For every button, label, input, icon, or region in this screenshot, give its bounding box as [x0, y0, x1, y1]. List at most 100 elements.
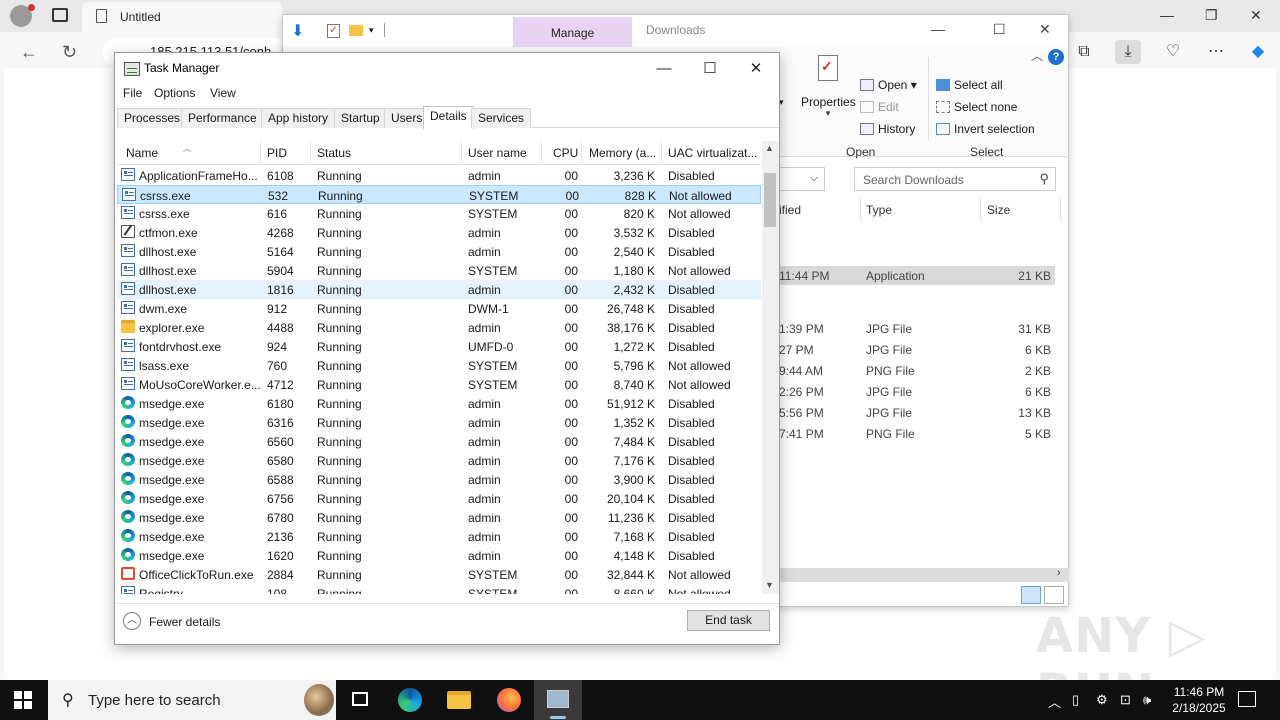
download-arrow-icon[interactable]: ⬇: [291, 21, 307, 40]
table-row[interactable]: msedge.exe 6780 Running admin 00 11,236 K Disa…: [117, 508, 761, 527]
refresh-icon[interactable]: ↻: [62, 42, 77, 63]
table-row[interactable]: Registry 108 Running SYSTEM 00 8,660 K Not all…: [117, 584, 761, 594]
network-icon[interactable]: ⊡: [1120, 692, 1131, 708]
tm-close-icon[interactable]: ✕: [734, 57, 778, 81]
help-icon[interactable]: ?: [1048, 49, 1064, 65]
tab-manage[interactable]: Manage: [513, 17, 632, 47]
column-pid[interactable]: PID: [267, 146, 287, 160]
details-view-button[interactable]: [1021, 586, 1041, 604]
table-row[interactable]: csrss.exe 532 Running SYSTEM 00 828 K Not allo…: [117, 185, 761, 204]
tm-maximize-icon[interactable]: ☐: [688, 57, 732, 81]
list-item[interactable]: 11:44 PM Application 21 KB: [779, 266, 1055, 285]
table-row[interactable]: fontdrvhost.exe 924 Running UMFD-0 00 1,272 K…: [117, 337, 761, 356]
menu-view[interactable]: View: [210, 86, 236, 100]
column-memory[interactable]: Memory (a...: [589, 146, 656, 160]
meet-now-icon[interactable]: ⚙: [1096, 692, 1108, 708]
column-date-modified[interactable]: ified: [779, 203, 801, 217]
tm-minimize-icon[interactable]: —: [642, 57, 686, 81]
large-icons-view-button[interactable]: [1044, 586, 1064, 604]
tab-performance[interactable]: Performance: [181, 108, 264, 128]
properties-qat-icon[interactable]: ✓: [327, 24, 340, 38]
table-row[interactable]: msedge.exe 6756 Running admin 00 20,104 K Disa…: [117, 489, 761, 508]
history-button[interactable]: History: [860, 122, 915, 136]
tab-details[interactable]: Details: [423, 106, 474, 129]
taskbar-edge[interactable]: [386, 680, 434, 720]
table-row[interactable]: OfficeClickToRun.exe 2884 Running SYSTEM 00 3…: [117, 565, 761, 584]
taskbar-task-manager[interactable]: [534, 680, 582, 720]
more-icon[interactable]: ⋯: [1203, 40, 1229, 64]
scroll-down-icon[interactable]: ▼: [765, 580, 774, 590]
table-row[interactable]: ApplicationFrameHo... 6108 Running admin 00 3…: [117, 166, 761, 185]
column-type[interactable]: Type: [866, 203, 892, 217]
tab-processes[interactable]: Processes: [117, 108, 188, 128]
fewer-details-button[interactable]: Fewer details: [149, 615, 220, 629]
table-row[interactable]: msedge.exe 6588 Running admin 00 3,900 K Disab…: [117, 470, 761, 489]
edit-button[interactable]: Edit: [860, 100, 899, 114]
list-item[interactable]: 7:41 PM PNG File 5 KB: [779, 424, 1055, 443]
tab-app-history[interactable]: App history: [261, 108, 336, 128]
table-row[interactable]: msedge.exe 6180 Running admin 00 51,912 K Disa…: [117, 394, 761, 413]
table-row[interactable]: msedge.exe 6580 Running admin 00 7,176 K Disab…: [117, 451, 761, 470]
restore-icon[interactable]: ❐: [1205, 7, 1218, 24]
vertical-scrollbar[interactable]: ▲ ▼: [762, 141, 779, 594]
properties-icon[interactable]: ✓: [818, 55, 838, 81]
back-icon[interactable]: ←: [20, 42, 38, 63]
menu-options[interactable]: Options: [154, 86, 195, 100]
tablet-icon[interactable]: ▯: [1072, 692, 1079, 708]
table-row[interactable]: dwm.exe 912 Running DWM-1 00 26,748 K Disabled: [117, 299, 761, 318]
horizontal-scrollbar[interactable]: ›: [779, 567, 1069, 582]
column-uac-virtualization[interactable]: UAC virtualizat...: [668, 146, 757, 160]
select-all-button[interactable]: Select all: [936, 78, 1003, 92]
start-button[interactable]: [14, 691, 32, 709]
table-row[interactable]: MoUsoCoreWorker.e... 4712 Running SYSTEM 00 8…: [117, 375, 761, 394]
table-row[interactable]: dllhost.exe 1816 Running admin 00 2,432 K Disa…: [117, 280, 761, 299]
copilot-icon[interactable]: ◆: [1245, 40, 1271, 64]
table-row[interactable]: dllhost.exe 5164 Running admin 00 2,540 K Disa…: [117, 242, 761, 261]
column-user-name[interactable]: User name: [468, 146, 527, 160]
tab-services[interactable]: Services: [471, 108, 532, 128]
table-row[interactable]: msedge.exe 6316 Running admin 00 1,352 K Disab…: [117, 413, 761, 432]
taskbar-file-explorer[interactable]: [435, 680, 483, 720]
volume-icon[interactable]: 🕪: [1143, 692, 1151, 708]
tab-startup[interactable]: Startup: [334, 108, 387, 128]
tab-actions-icon[interactable]: [52, 8, 68, 22]
list-item[interactable]: 5:56 PM JPG File 13 KB: [779, 403, 1055, 422]
open-button[interactable]: Open ▾: [860, 78, 917, 92]
menu-file[interactable]: File: [123, 86, 142, 100]
explorer-maximize-icon[interactable]: ☐: [993, 21, 1006, 38]
table-row[interactable]: msedge.exe 1620 Running admin 00 4,148 K Disab…: [117, 546, 761, 565]
ribbon-collapse-icon[interactable]: ︿: [1031, 47, 1043, 64]
qat-dropdown-icon[interactable]: ▾: [369, 25, 374, 36]
search-input[interactable]: Search Downloads ⚲: [854, 167, 1056, 191]
column-status[interactable]: Status: [317, 146, 351, 160]
collections-icon[interactable]: ⧉: [1071, 40, 1097, 64]
clock[interactable]: 11:46 PM 2/18/2025: [1164, 684, 1234, 716]
browser-tab[interactable]: Untitled: [82, 2, 282, 32]
explorer-minimize-icon[interactable]: —: [931, 21, 945, 37]
invert-selection-button[interactable]: Invert selection: [936, 122, 1035, 136]
table-row[interactable]: ctfmon.exe 4268 Running admin 00 3,532 K Disab…: [117, 223, 761, 242]
properties-button[interactable]: Properties: [801, 95, 856, 109]
explorer-close-icon[interactable]: ✕: [1039, 21, 1051, 38]
list-item[interactable]: 27 PM JPG File 6 KB: [779, 340, 1055, 359]
select-none-button[interactable]: Select none: [936, 100, 1017, 114]
end-task-button[interactable]: End task: [687, 610, 770, 631]
column-cpu[interactable]: CPU: [553, 146, 578, 160]
new-folder-icon[interactable]: [349, 25, 363, 36]
column-size[interactable]: Size: [987, 203, 1010, 217]
taskbar-search-box[interactable]: ⚲ Type here to search: [48, 680, 336, 720]
column-name[interactable]: Name ︿: [126, 144, 191, 160]
browser-essentials-icon[interactable]: ♡: [1160, 40, 1186, 64]
list-item[interactable]: 9:44 AM PNG File 2 KB: [779, 361, 1055, 380]
task-view-button[interactable]: [336, 680, 384, 720]
scrollbar-thumb[interactable]: [764, 173, 776, 227]
minimize-icon[interactable]: —: [1160, 7, 1174, 23]
show-hidden-icons-icon[interactable]: ︿: [1048, 692, 1061, 711]
notification-icon[interactable]: [1238, 691, 1256, 707]
taskbar-firefox[interactable]: [485, 680, 533, 720]
table-row[interactable]: dllhost.exe 5904 Running SYSTEM 00 1,180 K Not…: [117, 261, 761, 280]
search-highlight-icon[interactable]: [304, 684, 334, 716]
table-row[interactable]: msedge.exe 6560 Running admin 00 7,484 K Disab…: [117, 432, 761, 451]
list-item[interactable]: 2:26 PM JPG File 6 KB: [779, 382, 1055, 401]
chevron-up-icon[interactable]: ︿: [123, 612, 141, 630]
